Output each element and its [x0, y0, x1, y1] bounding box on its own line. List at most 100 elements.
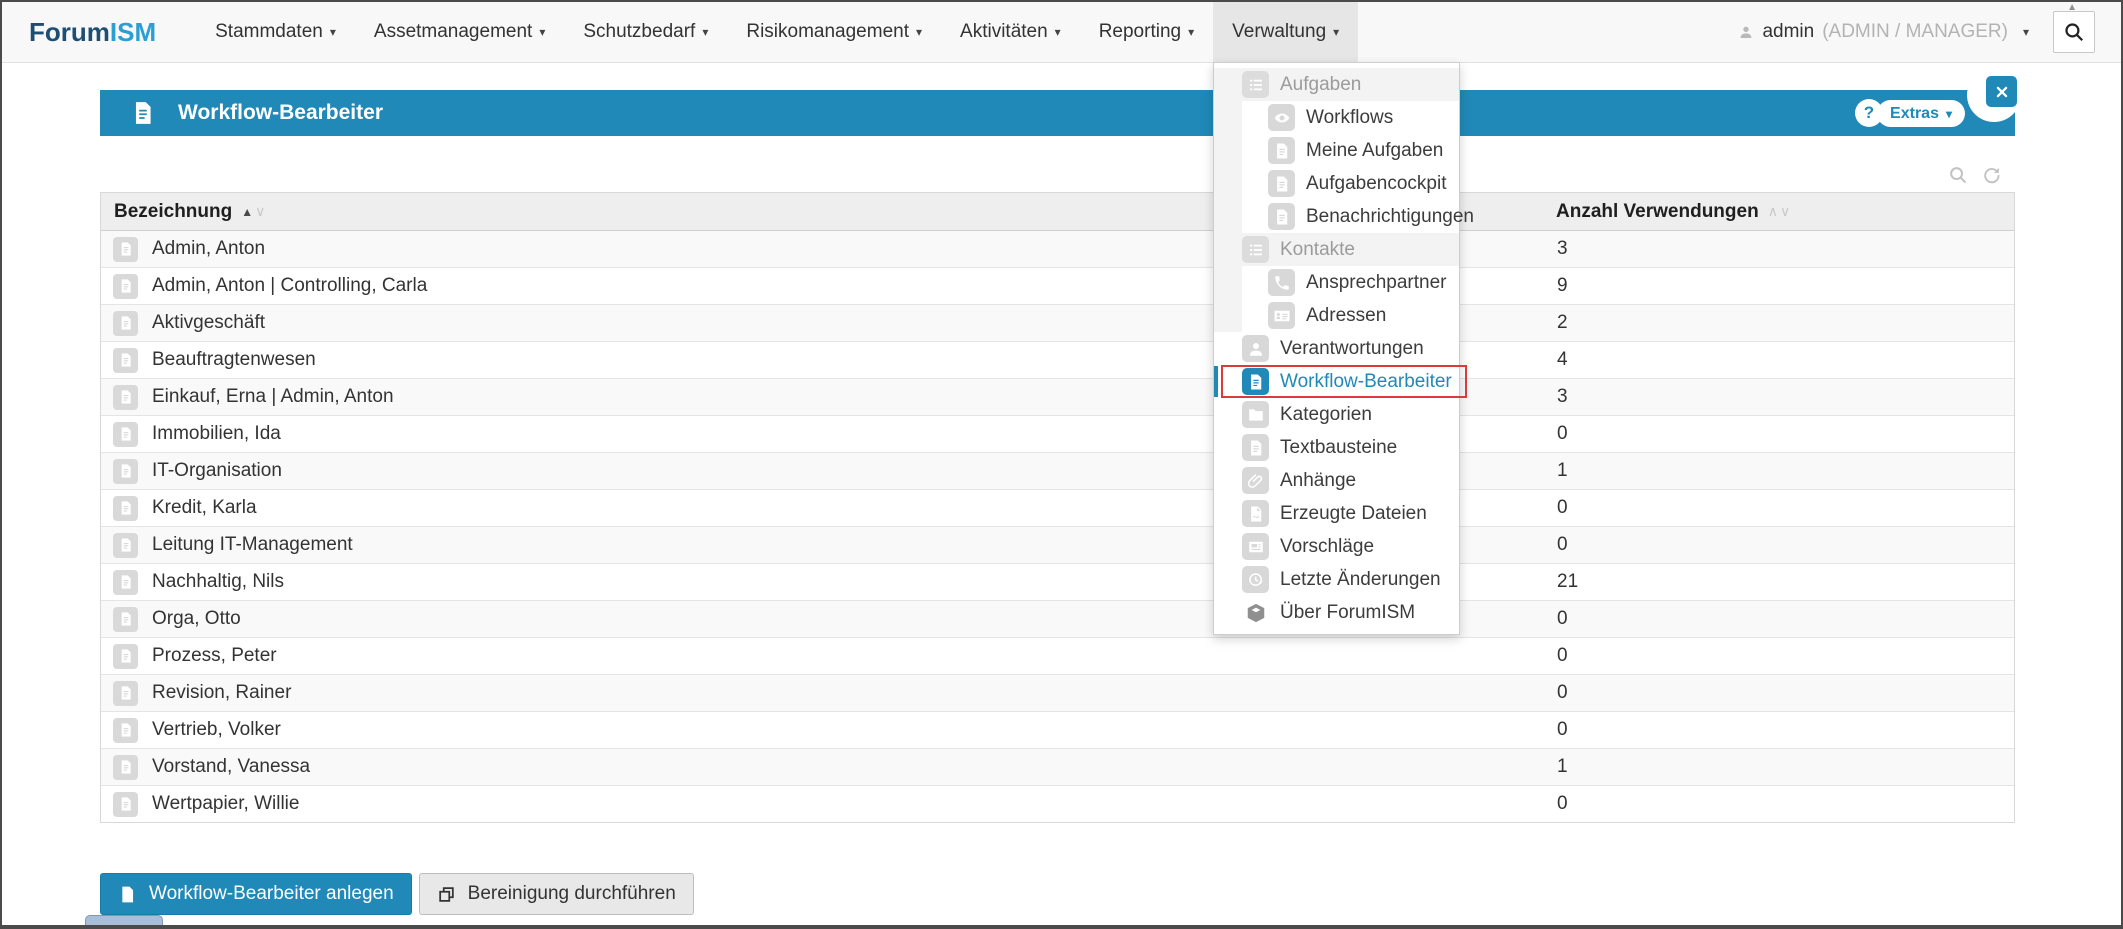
document-icon	[1242, 368, 1269, 395]
table-row-kredit-karla[interactable]: Kredit, Karla0	[101, 490, 2014, 527]
nav-item-risikomanagement[interactable]: Risikomanagement ▾	[727, 2, 941, 62]
nav-item-verwaltung[interactable]: Verwaltung▾	[1213, 2, 1358, 62]
create-workflow-editor-button[interactable]: Workflow-Bearbeiter anlegen	[100, 873, 412, 915]
table-refresh-icon[interactable]	[1981, 165, 2001, 185]
document-icon	[113, 792, 138, 817]
cell-bezeichnung: Prozess, Peter	[101, 644, 1548, 669]
nav-item-label: Assetmanagement	[374, 21, 532, 43]
cleanup-button[interactable]: Bereinigung durchführen	[419, 873, 694, 915]
close-icon	[1995, 85, 2009, 99]
nav-item-schutzbedarf[interactable]: Schutzbedarf▾	[564, 2, 727, 62]
sort-asc-active-icon[interactable]: ▲	[241, 205, 253, 219]
nav-item-assetmanagement[interactable]: Assetmanagement▾	[355, 2, 564, 62]
menu-item-meine-aufgaben[interactable]: Meine Aufgaben	[1214, 134, 1459, 167]
row-name: Revision, Rainer	[152, 682, 291, 704]
table-row-vorstand-vanessa[interactable]: Vorstand, Vanessa1	[101, 749, 2014, 786]
table-row-einkauf-erna-admin-anton[interactable]: Einkauf, Erna | Admin, Anton3	[101, 379, 2014, 416]
table-row-beauftragtenwesen[interactable]: Beauftragtenwesen4	[101, 342, 2014, 379]
row-name: Admin, Anton	[152, 238, 265, 260]
cube-icon	[1242, 599, 1269, 626]
nav-item-label: Schutzbedarf	[583, 21, 695, 43]
list-icon	[1242, 236, 1269, 263]
menu-item-aufgabencockpit[interactable]: Aufgabencockpit	[1214, 167, 1459, 200]
row-name: Orga, Otto	[152, 608, 241, 630]
cell-anzahl-verwendungen: 2	[1548, 312, 2014, 334]
menu-item-aufgaben: Aufgaben	[1214, 68, 1459, 101]
menu-item-workflow-bearbeiter[interactable]: Workflow-Bearbeiter	[1214, 365, 1459, 398]
column-header-anzahl-verwendungen[interactable]: Anzahl Verwendungen ∧ ∨	[1548, 201, 2014, 223]
nav-item-label: Stammdaten	[215, 21, 323, 43]
chevron-down-icon: ▾	[916, 25, 922, 39]
nav-item-stammdaten[interactable]: Stammdaten▾	[196, 2, 355, 62]
row-name: Vertrieb, Volker	[152, 719, 281, 741]
menu-item-verantwortungen[interactable]: Verantwortungen	[1214, 332, 1459, 365]
menu-item-erzeugte-dateien[interactable]: Erzeugte Dateien	[1214, 497, 1459, 530]
document-icon	[1268, 137, 1295, 164]
menu-item-vorschlage[interactable]: Vorschläge	[1214, 530, 1459, 563]
sort-desc-icon[interactable]: ∨	[255, 203, 265, 220]
menu-item-uber-forumism[interactable]: Über ForumISM	[1214, 596, 1459, 629]
table-row-admin-anton[interactable]: Admin, Anton3	[101, 231, 2014, 268]
menu-item-textbausteine[interactable]: Textbausteine	[1214, 431, 1459, 464]
app-logo[interactable]: ForumISM	[29, 17, 156, 48]
nav-item-aktivitaten[interactable]: Aktivitäten▾	[941, 2, 1080, 62]
row-name: Admin, Anton | Controlling, Carla	[152, 275, 427, 297]
table-search-icon[interactable]	[1948, 165, 1968, 185]
close-panel-button[interactable]	[1986, 76, 2017, 107]
table-row-wertpapier-willie[interactable]: Wertpapier, Willie0	[101, 786, 2014, 822]
sort-desc-icon[interactable]: ∨	[1780, 203, 1790, 220]
menu-item-label: Benachrichtigungen	[1306, 206, 1474, 228]
table-row-leitung-it-management[interactable]: Leitung IT-Management0	[101, 527, 2014, 564]
global-search-button[interactable]	[2053, 11, 2095, 53]
table-row-immobilien-ida[interactable]: Immobilien, Ida0	[101, 416, 2014, 453]
button-label: Bereinigung durchführen	[468, 883, 676, 905]
nav-item-reporting[interactable]: Reporting▾	[1080, 2, 1213, 62]
extras-button[interactable]: Extras ▾	[1877, 100, 1965, 127]
row-name: Nachhaltig, Nils	[152, 571, 284, 593]
table-row-aktivgeschaft[interactable]: Aktivgeschäft2	[101, 305, 2014, 342]
menu-item-workflows[interactable]: Workflows	[1214, 101, 1459, 134]
document-icon	[113, 718, 138, 743]
table-row-vertrieb-volker[interactable]: Vertrieb, Volker 0	[101, 712, 2014, 749]
document-icon	[113, 459, 138, 484]
table-row-orga-otto[interactable]: Orga, Otto0	[101, 601, 2014, 638]
row-name: Beauftragtenwesen	[152, 349, 316, 371]
folder-icon	[1242, 401, 1269, 428]
menu-item-kontakte: Kontakte	[1214, 233, 1459, 266]
phone-icon	[1268, 269, 1295, 296]
cell-anzahl-verwendungen: 1	[1548, 756, 2014, 778]
menu-item-ansprechpartner[interactable]: Ansprechpartner	[1214, 266, 1459, 299]
table-row-prozess-peter[interactable]: Prozess, Peter0	[101, 638, 2014, 675]
column-label: Anzahl Verwendungen	[1556, 201, 1759, 223]
bottom-edge-tab	[85, 915, 163, 928]
chevron-down-icon: ▾	[1055, 25, 1061, 39]
sort-asc-icon[interactable]: ∧	[1768, 203, 1778, 220]
document-icon	[113, 237, 138, 262]
menu-item-letzte-anderungen[interactable]: Letzte Änderungen	[1214, 563, 1459, 596]
menu-item-benachrichtigungen[interactable]: Benachrichtigungen	[1214, 200, 1459, 233]
page-title: Workflow-Bearbeiter	[178, 101, 383, 125]
cell-anzahl-verwendungen: 0	[1548, 719, 2014, 741]
cell-anzahl-verwendungen: 0	[1548, 682, 2014, 704]
cell-anzahl-verwendungen: 0	[1548, 497, 2014, 519]
table-row-nachhaltig-nils[interactable]: Nachhaltig, Nils21	[101, 564, 2014, 601]
file-icon	[118, 885, 137, 904]
nav-item-label: Risikomanagement	[746, 21, 909, 43]
eye-icon	[1268, 104, 1295, 131]
menu-item-anhange[interactable]: Anhänge	[1214, 464, 1459, 497]
menu-item-label: Adressen	[1306, 305, 1386, 327]
document-icon	[113, 755, 138, 780]
table-row-revision-rainer[interactable]: Revision, Rainer 0	[101, 675, 2014, 712]
table-controls	[1948, 165, 2001, 185]
user-menu[interactable]: admin (ADMIN / MANAGER) ▾	[1738, 2, 2029, 62]
table-row-admin-anton-controlling-carla[interactable]: Admin, Anton | Controlling, Carla9	[101, 268, 2014, 305]
menu-item-label: Meine Aufgaben	[1306, 140, 1443, 162]
menu-item-adressen[interactable]: Adressen	[1214, 299, 1459, 332]
menu-item-label: Über ForumISM	[1280, 602, 1415, 624]
scroll-up-arrow[interactable]: ▲	[2067, 3, 2077, 13]
table-row-it-organisation[interactable]: IT-Organisation1	[101, 453, 2014, 490]
menu-item-kategorien[interactable]: Kategorien	[1214, 398, 1459, 431]
row-name: Leitung IT-Management	[152, 534, 353, 556]
list-icon	[1242, 71, 1269, 98]
newspaper-icon	[1242, 533, 1269, 560]
